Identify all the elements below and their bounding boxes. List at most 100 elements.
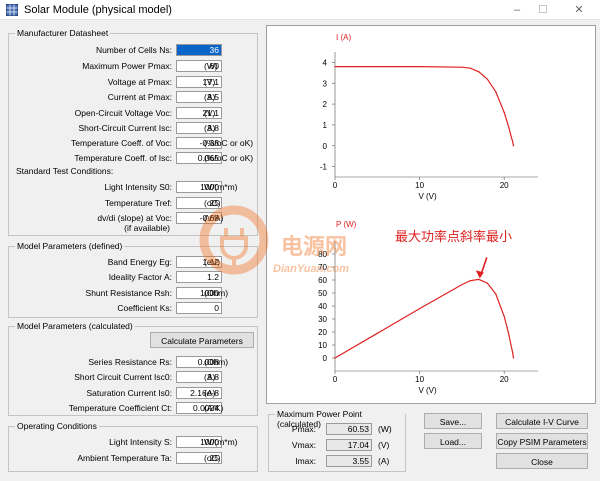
parameter-field[interactable]: 60.53 [326, 423, 372, 435]
parameter-label: Series Resistance Rs: [88, 357, 172, 367]
x-tick-label: 10 [415, 181, 424, 190]
watermark-text-en: DianYuan.com [273, 263, 349, 275]
y-tick-label: 3 [323, 79, 328, 88]
parameter-label: Shunt Resistance Rsh: [85, 288, 172, 298]
data-point [418, 65, 421, 68]
parameter-field[interactable]: 3.55 [326, 455, 372, 467]
calculate-parameters-button[interactable]: Calculate Parameters [150, 332, 254, 348]
y-tick-label: -1 [320, 163, 328, 172]
y-tick-label: 1 [323, 121, 328, 130]
stc-label: Standard Test Conditions: [16, 166, 114, 176]
app-icon [6, 4, 18, 16]
x-tick-label: 0 [333, 181, 338, 190]
data-point [495, 90, 497, 93]
y-tick-label: 20 [318, 328, 327, 337]
close-button[interactable]: Close [496, 453, 588, 469]
data-point [334, 357, 336, 359]
parameter-label: Voltage at Pmax: [107, 77, 172, 87]
parameter-label: Maximum Power Pmax: [82, 61, 172, 71]
parameter-label: Number of Cells Ns: [95, 45, 172, 55]
parameter-unit: (W) [378, 424, 392, 434]
parameter-unit: (%/oC or oK) [204, 138, 254, 148]
y-tick-label: 0 [323, 354, 328, 363]
watermark-plug-icon [199, 205, 269, 275]
maximize-button[interactable]: ☐ [531, 2, 555, 18]
watermark-logo: 电源网 DianYuan.com [273, 235, 349, 275]
data-point [495, 293, 497, 295]
data-point [507, 332, 509, 334]
data-point [478, 278, 480, 280]
parameter-label: Open-Circuit Voltage Voc: [74, 108, 172, 118]
parameter-unit: (Ohm) [204, 357, 229, 367]
data-point [507, 125, 509, 127]
parameter-unit: (A) [204, 388, 216, 398]
parameter-label: Band Energy Eg: [107, 257, 172, 267]
data-point [512, 145, 515, 147]
group-title: Manufacturer Datasheet [15, 28, 111, 38]
data-point [469, 280, 471, 282]
data-point [418, 308, 421, 310]
x-tick-label: 10 [415, 375, 424, 384]
parameter-unit: (V) [204, 108, 216, 118]
y-tick-label: 10 [318, 341, 327, 350]
close-window-button[interactable]: ✕ [567, 2, 591, 18]
parameter-unit: (A) [204, 92, 216, 102]
parameter-unit: W/(m*m) [204, 182, 238, 192]
parameter-unit: (%/oC or oK) [204, 153, 254, 163]
parameter-unit: (Ohm) [204, 288, 229, 298]
data-point [461, 283, 463, 286]
group-title: Model Parameters (defined) [15, 241, 125, 251]
iv-curve-line [335, 66, 515, 146]
y-tick-label: 0 [323, 142, 328, 151]
annotation-text: 最大功率点斜率最小 [395, 229, 512, 244]
parameter-label: Short Circuit Current Isc0: [74, 372, 172, 382]
title-bar: Solar Module (physical model) – ☐ ✕ [0, 0, 600, 20]
data-point [469, 67, 471, 69]
parameter-unit: (A) [204, 372, 216, 382]
chart-panel: -1 0 1 2 3 4 0 10 20 I (A) V (V) 0 10 20 30 40 50 60 70 80 0… [266, 25, 596, 404]
parameter-label: Saturation Current Is0: [86, 388, 172, 398]
parameter-unit: (V) [378, 440, 390, 450]
data-point [334, 65, 336, 68]
data-point [461, 66, 463, 68]
window-title: Solar Module (physical model) [24, 4, 172, 16]
x-axis-label: V (V) [418, 386, 437, 395]
parameter-field[interactable]: 17.04 [326, 439, 372, 451]
load-button[interactable]: Load... [424, 433, 482, 449]
copy-psim-parameters-button[interactable]: Copy PSIM Parameters [496, 433, 588, 449]
save-button[interactable]: Save... [424, 413, 482, 429]
data-point [478, 71, 480, 73]
group-title: Model Parameters (calculated) [15, 321, 135, 331]
parameter-label: Temperature Coefficient Ct: [68, 403, 172, 413]
parameter-label: Light Intensity S: [109, 437, 172, 447]
parameter-label: Current at Pmax: [107, 92, 172, 102]
parameter-unit: (A) [378, 456, 390, 466]
parameter-label: Ambient Temperature Ta: [77, 453, 172, 463]
parameter-label: Temperature Coeff. of Isc: [74, 153, 172, 163]
parameter-field[interactable]: 0 [176, 302, 222, 314]
parameter-label: Coefficient Ks: [117, 303, 172, 313]
parameter-label: Temperature Coeff. of Voc: [71, 138, 172, 148]
parameter-unit: (W) [204, 61, 218, 71]
pv-curve-line [334, 278, 515, 359]
data-point [486, 78, 488, 80]
parameter-field[interactable]: 36 [176, 44, 222, 56]
y-tick-label: 2 [323, 100, 328, 109]
data-point [503, 315, 505, 317]
y-tick-label: 4 [323, 58, 328, 67]
data-point [512, 357, 515, 359]
parameter-label: Pmax: [291, 424, 316, 434]
data-point [376, 332, 378, 334]
data-point [512, 140, 514, 143]
y-axis-label: I (A) [336, 33, 351, 42]
parameter-label: Short-Circuit Current Isc: [78, 123, 172, 133]
x-axis-label: V (V) [418, 192, 437, 201]
y-tick-label: 50 [318, 289, 327, 298]
y-tick-label: 40 [318, 302, 327, 311]
x-tick-label: 20 [500, 181, 509, 190]
calculate-iv-curve-button[interactable]: Calculate I-V Curve [496, 413, 588, 429]
minimize-button[interactable]: – [505, 2, 529, 18]
data-point [512, 351, 514, 354]
x-tick-label: 0 [333, 375, 338, 384]
parameter-label: Vmax: [291, 440, 316, 450]
